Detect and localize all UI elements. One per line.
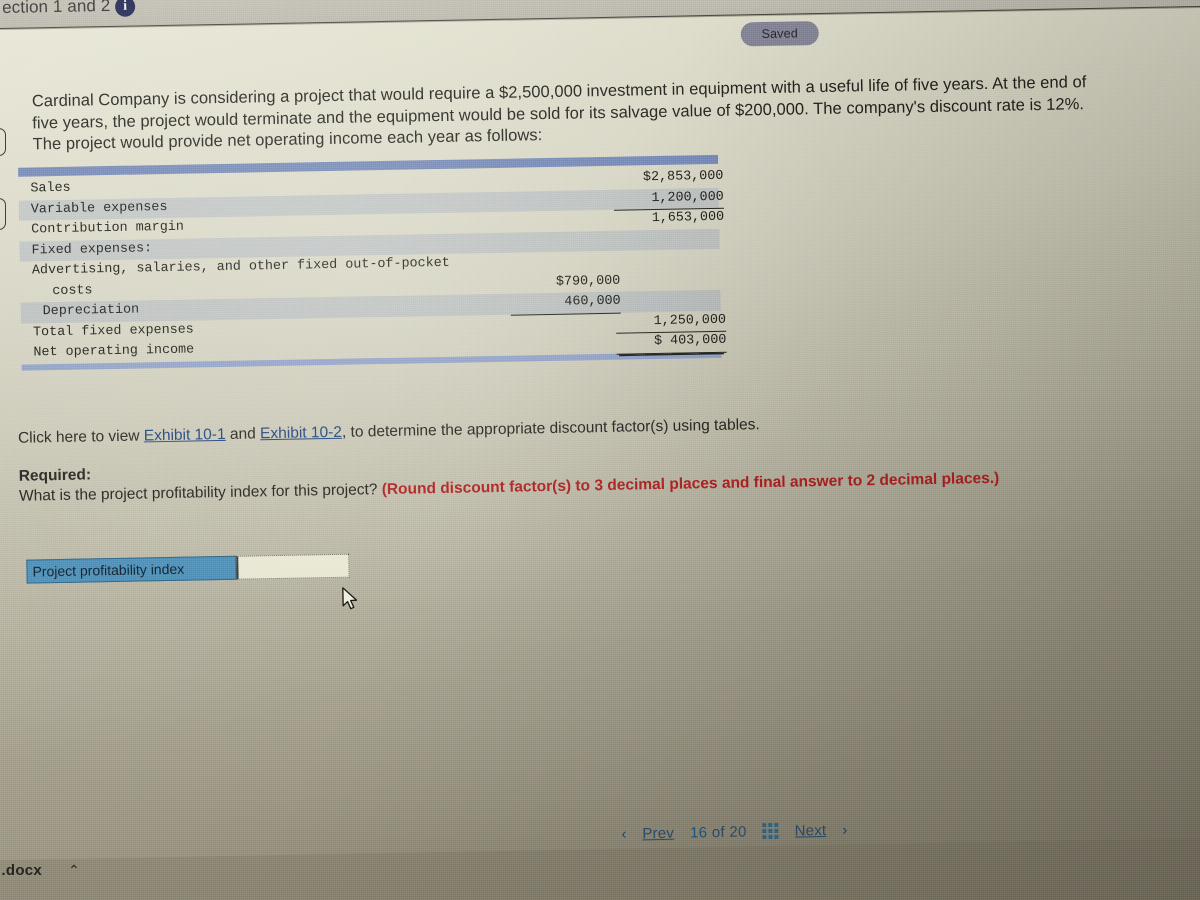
exhibit-mid-text: and (225, 425, 261, 443)
info-icon[interactable]: i (114, 0, 136, 17)
download-chip[interactable]: ....docx ⌃ (0, 862, 80, 879)
exhibit-10-1-link[interactable]: Exhibit 10-1 (144, 426, 226, 444)
left-edge-sliver-upper (0, 128, 6, 156)
row-value-col2: 1,653,000 (651, 209, 725, 227)
row-value-col1: $790,000 (555, 273, 621, 290)
row-label: Depreciation (42, 302, 140, 320)
page-skew-wrapper: ection 1 and 2 i Saved Cardinal Company … (0, 0, 1200, 900)
row-label: Net operating income (33, 342, 195, 361)
tab-title[interactable]: ection 1 and 2 (2, 0, 111, 18)
mouse-cursor-icon (342, 587, 358, 610)
question-pager: ‹ Prev 16 of 20 Next › (621, 817, 847, 847)
page-total: 20 (729, 822, 747, 841)
chevron-up-icon[interactable]: ⌃ (68, 862, 80, 879)
required-block: Required: What is the project profitabil… (19, 448, 1050, 507)
row-value-col2: $ 403,000 (616, 330, 727, 355)
answer-label-project-profitability-index: Project profitability index (26, 555, 237, 584)
exhibit-10-2-link[interactable]: Exhibit 10-2 (260, 424, 342, 442)
project-profitability-index-input[interactable] (236, 553, 350, 580)
grid-view-icon[interactable] (762, 822, 779, 840)
net-operating-income-table: Sales $2,853,000 Variable expenses 1,200,00… (18, 154, 727, 371)
exhibit-post-text: , to determine the appropriate discount … (341, 416, 760, 441)
prev-button[interactable]: Prev (642, 824, 674, 842)
answer-row: Project profitability index (26, 553, 350, 584)
next-button[interactable]: Next (795, 821, 827, 839)
row-label: Fixed expenses: (31, 240, 153, 258)
left-edge-sliver-lower (0, 198, 6, 230)
row-label: Sales (30, 180, 71, 197)
exhibit-instruction-line: Click here to view Exhibit 10-1 and Exhi… (18, 416, 760, 448)
row-label: Variable expenses (30, 199, 168, 217)
row-label: Total fixed expenses (32, 322, 194, 340)
photographed-screen: ection 1 and 2 i Saved Cardinal Company … (0, 0, 1200, 900)
prev-chevron-icon[interactable]: ‹ (621, 825, 626, 842)
table-body: Sales $2,853,000 Variable expenses 1,200,00… (18, 167, 727, 364)
page-of-label: of (711, 823, 726, 841)
next-chevron-icon[interactable]: › (842, 821, 847, 838)
question-body: Cardinal Company is considering a projec… (31, 73, 1087, 154)
page-current: 16 (689, 823, 708, 841)
assessment-sheet: Saved Cardinal Company is considering a … (0, 6, 1200, 861)
row-label: Contribution margin (31, 219, 185, 238)
download-filename[interactable]: ....docx (0, 862, 42, 879)
row-label: costs (52, 282, 93, 299)
row-value-col2: $2,853,000 (642, 168, 724, 186)
exhibit-pre-text: Click here to view (17, 427, 144, 447)
status-badge-saved: Saved (740, 21, 819, 47)
page-counter: 16 of 20 (690, 823, 747, 841)
